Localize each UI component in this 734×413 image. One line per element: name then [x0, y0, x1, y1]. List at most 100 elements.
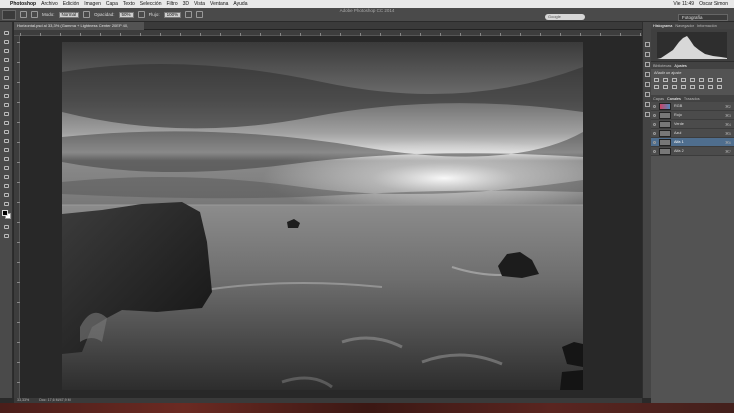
- screen-mode-icon[interactable]: [3, 233, 10, 239]
- type-tool-icon[interactable]: [3, 165, 10, 171]
- paragraph-panel-icon[interactable]: [645, 112, 650, 117]
- gradient-map-icon[interactable]: [708, 85, 713, 89]
- channel-thumbnail: [659, 102, 671, 110]
- menu-seleccion[interactable]: Selección: [140, 1, 162, 7]
- brush-panel-icon[interactable]: [31, 11, 38, 18]
- shape-tool-icon[interactable]: [3, 183, 10, 189]
- eyedropper-tool-icon[interactable]: [3, 75, 10, 81]
- blur-tool-icon[interactable]: [3, 138, 10, 144]
- channel-row[interactable]: Verde ⌘4: [651, 120, 734, 129]
- tablet-pressure-icon[interactable]: [196, 11, 204, 18]
- histogram-graph: [657, 32, 727, 59]
- color-panel-icon[interactable]: [645, 72, 650, 77]
- black-white-icon[interactable]: [717, 78, 722, 82]
- hue-saturation-icon[interactable]: [699, 78, 704, 82]
- posterize-icon[interactable]: [690, 85, 695, 89]
- hand-tool-icon[interactable]: [3, 192, 10, 198]
- foreground-color-swatch[interactable]: [2, 210, 8, 216]
- airbrush-icon[interactable]: [185, 11, 193, 18]
- channel-row[interactable]: Azul ⌘5: [651, 129, 734, 138]
- brightness-contrast-icon[interactable]: [654, 78, 659, 82]
- tab-channels[interactable]: Canales: [667, 97, 681, 101]
- vibrance-icon[interactable]: [690, 78, 695, 82]
- visibility-eye-icon[interactable]: [653, 140, 656, 144]
- brush-panel-icon-side[interactable]: [645, 92, 650, 97]
- selective-color-icon[interactable]: [717, 85, 722, 89]
- menu-ayuda[interactable]: Ayuda: [233, 1, 247, 7]
- marquee-tool-icon[interactable]: [3, 39, 10, 45]
- menu-edicion[interactable]: Edición: [63, 1, 79, 7]
- history-brush-tool-icon[interactable]: [3, 111, 10, 117]
- visibility-eye-icon[interactable]: [653, 149, 656, 153]
- quick-select-tool-icon[interactable]: [3, 57, 10, 63]
- tab-navigator[interactable]: Navegador: [675, 24, 694, 28]
- menu-imagen[interactable]: Imagen: [84, 1, 101, 7]
- search-input[interactable]: Google: [545, 14, 585, 20]
- swatches-panel-icon[interactable]: [645, 82, 650, 87]
- channel-row[interactable]: Alfa 1 ⌘6: [651, 138, 734, 147]
- zoom-tool-icon[interactable]: [3, 201, 10, 207]
- opacity-pressure-icon[interactable]: [137, 11, 145, 18]
- gradient-tool-icon[interactable]: [3, 129, 10, 135]
- document-tab[interactable]: Horizontal.psd al 33,3% (Gamma + Lightne…: [14, 22, 144, 36]
- menu-user[interactable]: Oscar Simon: [699, 1, 728, 7]
- channel-thumbnail: [659, 129, 671, 137]
- menu-3d[interactable]: 3D: [183, 1, 189, 7]
- mode-select[interactable]: Normal: [58, 11, 80, 18]
- visibility-eye-icon[interactable]: [653, 131, 656, 135]
- tab-histogram[interactable]: Histograma: [653, 24, 672, 28]
- brush-tool-icon[interactable]: [3, 93, 10, 99]
- healing-tool-icon[interactable]: [3, 84, 10, 90]
- workspace-select[interactable]: Fotografía: [678, 14, 728, 21]
- path-select-tool-icon[interactable]: [3, 174, 10, 180]
- channel-row[interactable]: Alfa 2 ⌘7: [651, 147, 734, 156]
- channel-row[interactable]: RGB ⌘2: [651, 102, 734, 111]
- invert-icon[interactable]: [681, 85, 686, 89]
- flow-field[interactable]: 100%: [163, 11, 182, 18]
- color-balance-icon[interactable]: [708, 78, 713, 82]
- tab-info[interactable]: Información: [697, 24, 717, 28]
- levels-icon[interactable]: [663, 78, 668, 82]
- pressure-icon[interactable]: [83, 11, 91, 18]
- clone-stamp-tool-icon[interactable]: [3, 102, 10, 108]
- curves-icon[interactable]: [672, 78, 677, 82]
- brush-preset-icon[interactable]: [20, 11, 27, 18]
- opacity-field[interactable]: 50%: [118, 11, 134, 18]
- visibility-eye-icon[interactable]: [653, 113, 656, 117]
- history-panel-icon[interactable]: [645, 42, 650, 47]
- channel-shortcut: ⌘6: [725, 140, 731, 145]
- actions-panel-icon[interactable]: [645, 52, 650, 57]
- crop-tool-icon[interactable]: [3, 66, 10, 72]
- exposure-icon[interactable]: [681, 78, 686, 82]
- document-image[interactable]: [62, 42, 583, 390]
- visibility-eye-icon[interactable]: [653, 122, 656, 126]
- tab-libraries[interactable]: Bibliotecas: [653, 64, 671, 68]
- channel-row[interactable]: Rojo ⌘3: [651, 111, 734, 120]
- menu-app-name[interactable]: Photoshop: [10, 1, 36, 7]
- menu-ventana[interactable]: Ventana: [210, 1, 228, 7]
- tab-adjustments[interactable]: Ajustes: [674, 64, 686, 68]
- photo-filter-icon[interactable]: [654, 85, 659, 89]
- menu-filtro[interactable]: Filtro: [166, 1, 177, 7]
- visibility-eye-icon[interactable]: [653, 104, 656, 108]
- color-lookup-icon[interactable]: [672, 85, 677, 89]
- quick-mask-icon[interactable]: [3, 224, 10, 230]
- menu-capa[interactable]: Capa: [106, 1, 118, 7]
- menu-vista[interactable]: Vista: [194, 1, 205, 7]
- menu-archivo[interactable]: Archivo: [41, 1, 58, 7]
- tab-layers[interactable]: Capas: [653, 97, 664, 101]
- pen-tool-icon[interactable]: [3, 156, 10, 162]
- eraser-tool-icon[interactable]: [3, 120, 10, 126]
- tab-paths[interactable]: Trazados: [684, 97, 700, 101]
- channel-mixer-icon[interactable]: [663, 85, 668, 89]
- dodge-tool-icon[interactable]: [3, 147, 10, 153]
- character-panel-icon[interactable]: [645, 102, 650, 107]
- properties-panel-icon[interactable]: [645, 62, 650, 67]
- lasso-tool-icon[interactable]: [3, 48, 10, 54]
- canvas-area[interactable]: [20, 36, 642, 398]
- move-tool-icon[interactable]: [3, 30, 10, 36]
- tool-preset-picker[interactable]: [2, 10, 16, 20]
- threshold-icon[interactable]: [699, 85, 704, 89]
- menu-texto[interactable]: Texto: [123, 1, 135, 7]
- adjustments-title: Añadir un ajuste: [654, 71, 682, 75]
